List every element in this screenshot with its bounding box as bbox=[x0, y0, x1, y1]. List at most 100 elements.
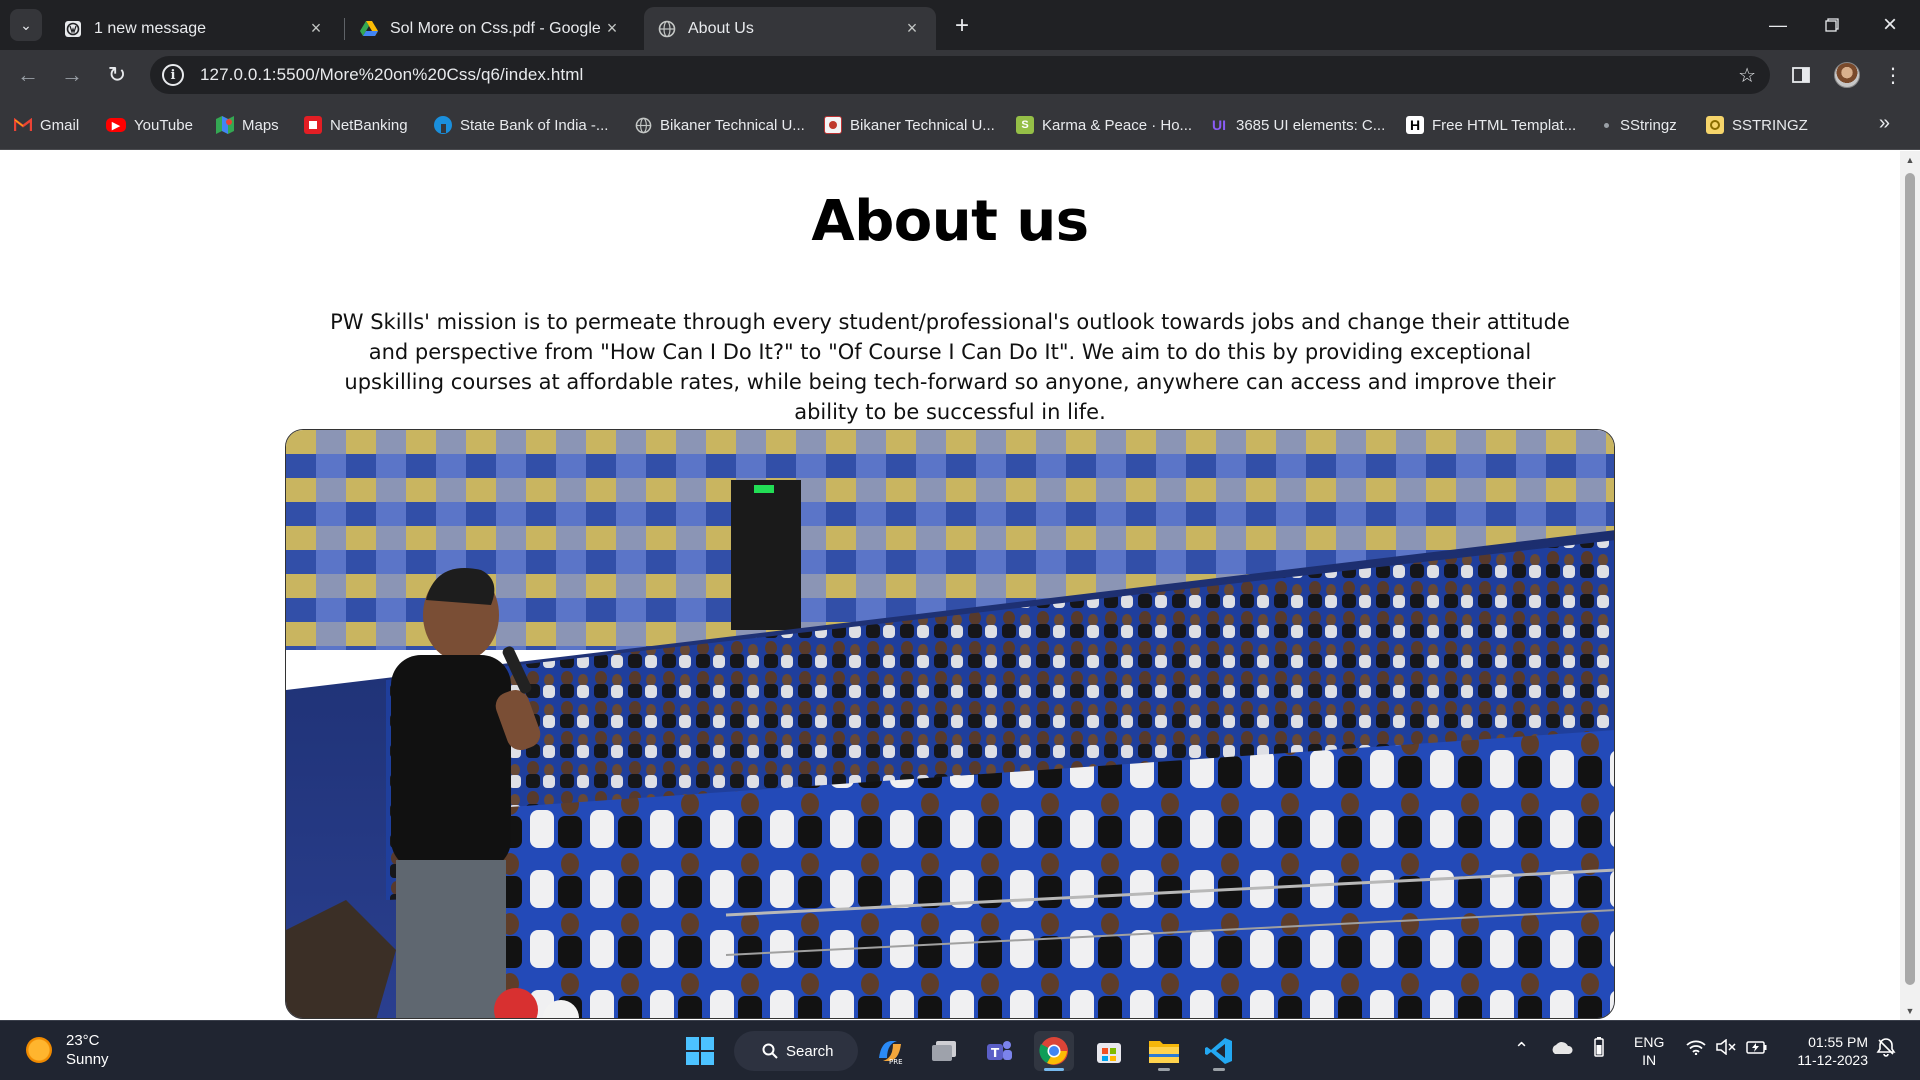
back-button[interactable]: ← bbox=[11, 58, 45, 92]
battery-icon bbox=[1594, 1037, 1604, 1057]
svg-text:PRE: PRE bbox=[889, 1058, 903, 1066]
tab-title: Sol More on Css.pdf - Google D bbox=[390, 19, 602, 37]
taskbar-copilot[interactable]: PRE bbox=[870, 1031, 910, 1071]
network-tray[interactable] bbox=[1686, 1039, 1706, 1059]
url-text[interactable]: 127.0.0.1:5500/More%20on%20Css/q6/index.… bbox=[200, 65, 583, 85]
browser-tab-strip: ⌄ 1 new message × Sol More on Css.pdf - … bbox=[0, 0, 1920, 50]
region-code: IN bbox=[1642, 1052, 1657, 1068]
volume-tray[interactable] bbox=[1716, 1038, 1736, 1059]
bookmark-sstringz-caps[interactable]: SSTRINGZ bbox=[1706, 114, 1808, 136]
globe-icon bbox=[658, 20, 676, 38]
power-tray[interactable] bbox=[1746, 1039, 1768, 1059]
plus-icon: + bbox=[954, 12, 969, 39]
taskbar-teams[interactable]: T bbox=[979, 1031, 1019, 1071]
system-clock[interactable]: 01:55 PM 11-12-2023 bbox=[1782, 1033, 1868, 1069]
battery-tray[interactable] bbox=[1594, 1037, 1604, 1061]
minimize-button[interactable]: — bbox=[1758, 8, 1798, 42]
bookmark-label: YouTube bbox=[134, 116, 193, 134]
hdfc-icon bbox=[304, 116, 322, 134]
bookmarks-overflow-button[interactable]: » bbox=[1879, 112, 1890, 135]
bookmark-karma-peace[interactable]: S Karma & Peace · Ho... bbox=[1016, 114, 1192, 136]
clock-date: 11-12-2023 bbox=[1797, 1052, 1868, 1068]
bookmark-label: Bikaner Technical U... bbox=[660, 116, 805, 134]
site-info-icon[interactable]: i bbox=[162, 64, 184, 86]
new-tab-button[interactable]: + bbox=[948, 12, 976, 40]
bookmark-free-html-templates[interactable]: H Free HTML Templat... bbox=[1406, 114, 1576, 136]
input-language-indicator[interactable]: ENG IN bbox=[1634, 1033, 1664, 1069]
onedrive-tray[interactable] bbox=[1550, 1041, 1574, 1059]
bookmark-label: State Bank of India -... bbox=[460, 116, 609, 134]
arrow-right-icon: → bbox=[61, 62, 83, 87]
tab-search-button[interactable]: ⌄ bbox=[10, 9, 42, 41]
bookmark-uiverse[interactable]: UI 3685 UI elements: C... bbox=[1210, 114, 1385, 136]
bookmark-btu-1[interactable]: Bikaner Technical U... bbox=[634, 114, 805, 136]
bookmark-label: Gmail bbox=[40, 116, 80, 134]
running-indicator bbox=[1213, 1068, 1225, 1071]
gmail-icon bbox=[14, 116, 32, 134]
windows-taskbar: 23°C Sunny Search PRE T ⌃ ENG IN 01:55 P… bbox=[0, 1020, 1920, 1080]
tab-new-message[interactable]: 1 new message × bbox=[50, 7, 340, 50]
bookmark-label: NetBanking bbox=[330, 116, 408, 134]
wifi-icon bbox=[1686, 1040, 1706, 1056]
bookmark-sbi[interactable]: State Bank of India -... bbox=[434, 114, 608, 136]
side-panel-button[interactable] bbox=[1784, 58, 1818, 92]
mission-paragraph: PW Skills' mission is to permeate throug… bbox=[330, 310, 1570, 424]
notifications-button[interactable] bbox=[1876, 1037, 1896, 1061]
scroll-up-arrow-icon[interactable]: ▲ bbox=[1905, 155, 1915, 165]
bookmarks-bar: Gmail ▶ YouTube Maps NetBanking State Ba… bbox=[0, 100, 1920, 150]
taskbar-search[interactable]: Search bbox=[734, 1031, 858, 1071]
start-button[interactable] bbox=[680, 1031, 720, 1071]
close-icon[interactable]: × bbox=[602, 18, 622, 39]
restore-button[interactable] bbox=[1812, 8, 1852, 42]
bookmark-sstringz[interactable]: SStringz bbox=[1600, 114, 1677, 136]
tab-title: About Us bbox=[688, 19, 754, 37]
weather-temperature: 23°C bbox=[66, 1032, 100, 1049]
taskbar-store[interactable] bbox=[1089, 1031, 1129, 1071]
maps-icon bbox=[216, 116, 234, 134]
sbi-icon bbox=[434, 116, 452, 134]
close-icon[interactable]: × bbox=[902, 18, 922, 39]
taskbar-chrome[interactable] bbox=[1034, 1031, 1074, 1071]
bookmark-btu-2[interactable]: Bikaner Technical U... bbox=[824, 114, 995, 136]
taskbar-file-explorer[interactable] bbox=[1144, 1031, 1184, 1071]
tab-google-drive-pdf[interactable]: Sol More on Css.pdf - Google D × bbox=[346, 7, 636, 50]
bookmark-gmail[interactable]: Gmail bbox=[14, 114, 79, 136]
bookmark-netbanking[interactable]: NetBanking bbox=[304, 114, 408, 136]
volume-muted-icon bbox=[1716, 1038, 1736, 1056]
dot-icon bbox=[1600, 116, 1612, 134]
bookmark-maps[interactable]: Maps bbox=[216, 114, 279, 136]
page-scrollbar[interactable]: ▲ ▼ bbox=[1900, 151, 1920, 1020]
forward-button[interactable]: → bbox=[55, 58, 89, 92]
uiverse-icon: UI bbox=[1212, 117, 1226, 133]
close-icon[interactable]: × bbox=[306, 18, 326, 39]
scroll-thumb[interactable] bbox=[1905, 173, 1915, 985]
profile-button[interactable] bbox=[1830, 58, 1864, 92]
store-icon bbox=[1097, 1043, 1121, 1063]
copilot-icon: PRE bbox=[879, 1041, 903, 1066]
bookmark-label: Karma & Peace · Ho... bbox=[1042, 116, 1193, 134]
browser-menu-button[interactable]: ⋮ bbox=[1876, 58, 1910, 92]
tab-title: 1 new message bbox=[94, 19, 207, 37]
reload-button[interactable]: ↻ bbox=[100, 58, 134, 92]
chrome-icon bbox=[1039, 1037, 1068, 1065]
auditorium-audience-photo bbox=[286, 430, 1614, 1018]
taskbar-vscode[interactable] bbox=[1199, 1031, 1239, 1071]
bookmark-label: Free HTML Templat... bbox=[1432, 116, 1577, 134]
bookmark-star-icon[interactable]: ☆ bbox=[1738, 63, 1756, 88]
bookmark-youtube[interactable]: ▶ YouTube bbox=[106, 114, 193, 136]
university-crest-icon bbox=[824, 116, 842, 134]
close-window-button[interactable]: × bbox=[1870, 8, 1910, 42]
taskbar-task-view[interactable] bbox=[924, 1031, 964, 1071]
address-bar[interactable]: i 127.0.0.1:5500/More%20on%20Css/q6/inde… bbox=[150, 56, 1770, 94]
restore-icon bbox=[1825, 18, 1839, 32]
bookmark-label: SStringz bbox=[1620, 116, 1677, 134]
show-hidden-icons-button[interactable]: ⌃ bbox=[1514, 1039, 1529, 1060]
scroll-down-arrow-icon[interactable]: ▼ bbox=[1905, 1006, 1915, 1016]
notification-bell-icon bbox=[1876, 1038, 1896, 1057]
clock-time: 01:55 PM bbox=[1808, 1034, 1868, 1050]
wordpress-icon bbox=[64, 20, 82, 38]
weather-widget[interactable]: 23°C Sunny bbox=[26, 1031, 109, 1069]
tab-about-us[interactable]: About Us × bbox=[644, 7, 936, 50]
vscode-icon bbox=[1205, 1038, 1232, 1064]
youtube-icon: ▶ bbox=[106, 118, 126, 132]
